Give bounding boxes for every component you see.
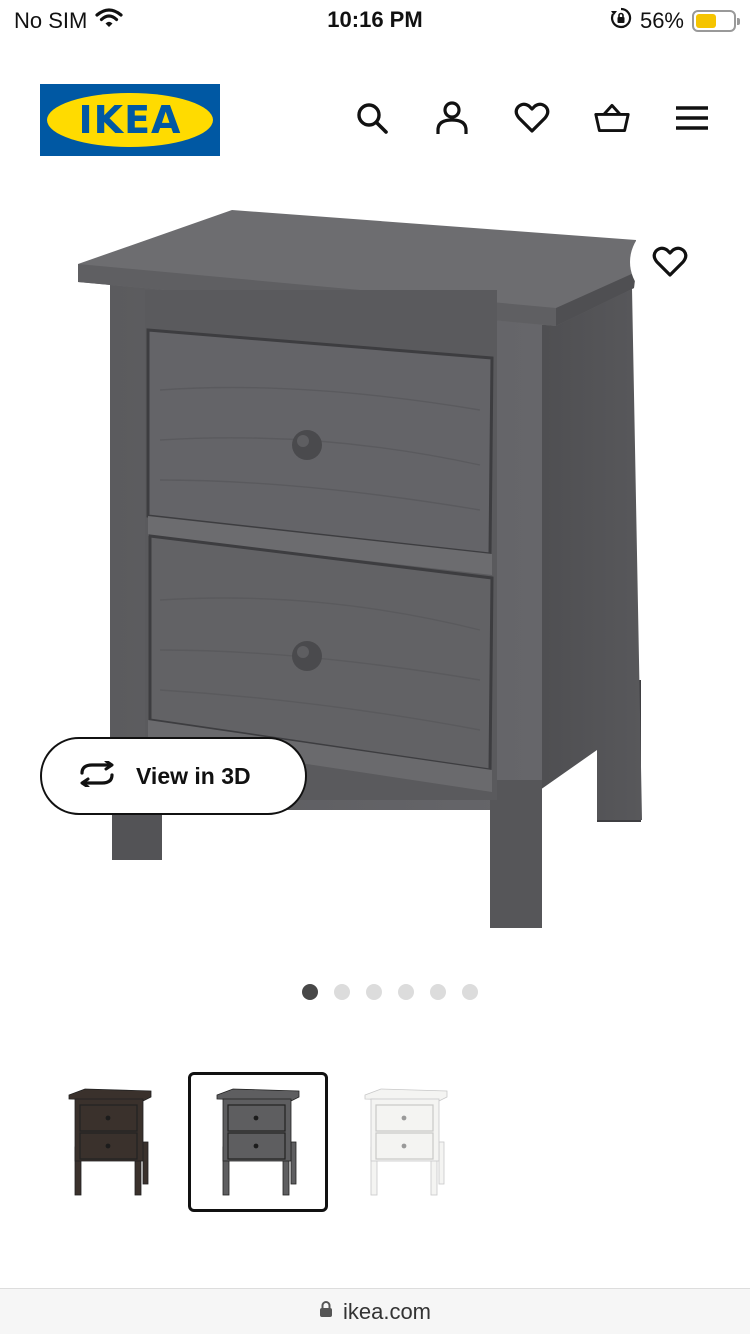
image-pagination [0, 984, 750, 1000]
header-actions [354, 98, 710, 138]
pagination-dot[interactable] [462, 984, 478, 1000]
view-in-3d-label: View in 3D [136, 762, 251, 789]
lock-icon [319, 1300, 333, 1323]
browser-address-bar[interactable]: ikea.com [0, 1288, 750, 1334]
status-bar: No SIM 10:16 PM 56% [0, 0, 750, 42]
search-icon[interactable] [354, 98, 390, 138]
battery-level [696, 14, 717, 28]
pagination-dot[interactable] [302, 984, 318, 1000]
product-image-gallery[interactable]: View in 3D [0, 180, 750, 960]
heart-icon[interactable] [514, 98, 550, 138]
logo-text: IKEA [78, 98, 182, 142]
pagination-dot[interactable] [334, 984, 350, 1000]
basket-icon[interactable] [594, 98, 630, 138]
account-icon[interactable] [434, 98, 470, 138]
site-header: IKEA [0, 60, 750, 180]
logo-oval: IKEA [47, 93, 213, 147]
variant-thumbnail-image [216, 1088, 300, 1196]
save-to-favorites-button[interactable] [630, 222, 710, 302]
color-variant-list [40, 1072, 476, 1212]
color-variant-dark-grey[interactable] [188, 1072, 328, 1212]
menu-icon[interactable] [674, 98, 710, 138]
status-right: 56% [610, 7, 740, 35]
rotate-3d-icon [76, 759, 118, 792]
ikea-logo[interactable]: IKEA [40, 84, 220, 156]
variant-thumbnail-image [68, 1088, 152, 1196]
color-variant-white[interactable] [336, 1072, 476, 1212]
pagination-dot[interactable] [430, 984, 446, 1000]
variant-thumbnail-image [364, 1088, 448, 1196]
battery-icon [692, 10, 740, 32]
product-image [78, 210, 642, 928]
rotation-lock-icon [610, 7, 632, 35]
battery-percent: 56% [639, 8, 684, 33]
heart-outline-icon [652, 246, 688, 277]
view-in-3d-button[interactable]: View in 3D [40, 737, 307, 815]
pagination-dot[interactable] [398, 984, 414, 1000]
color-variant-black-brown[interactable] [40, 1072, 180, 1212]
url-text: ikea.com [342, 1298, 432, 1324]
pagination-dot[interactable] [366, 984, 382, 1000]
